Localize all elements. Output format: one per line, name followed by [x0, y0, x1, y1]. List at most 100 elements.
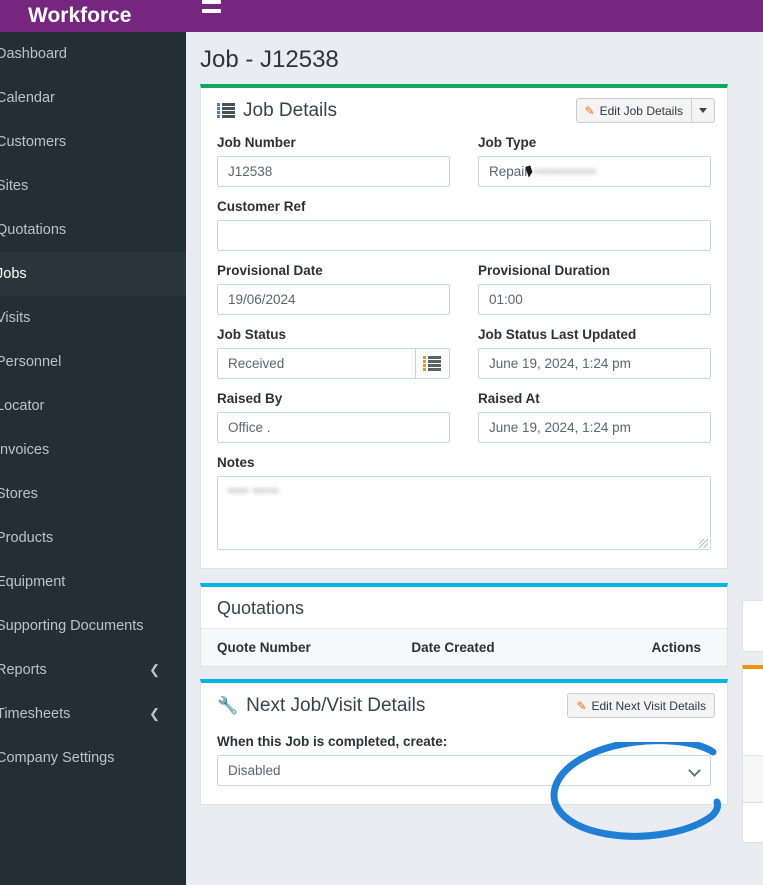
- sidebar-item-label: Company Settings: [0, 750, 115, 766]
- quotations-card: Quotations Quote Number Date Created Act…: [200, 583, 728, 667]
- sidebar-item-dashboard[interactable]: Dashboard: [0, 32, 186, 76]
- sidebar-item-jobs[interactable]: Jobs: [0, 252, 186, 296]
- sidebar-item-personnel[interactable]: Personnel: [0, 340, 186, 384]
- sidebar-item-invoices[interactable]: Invoices: [0, 428, 186, 472]
- input-job-status[interactable]: Received: [217, 348, 415, 379]
- list-picker-icon: [423, 356, 442, 371]
- sidebar-item-label: Personnel: [0, 354, 62, 370]
- col-job-type: Job Type Repair ••••••••••••: [478, 135, 711, 199]
- column-quote-number[interactable]: Quote Number: [201, 628, 408, 666]
- input-job-type[interactable]: Repair ••••••••••••: [478, 156, 711, 187]
- col-status-updated: Job Status Last Updated June 19, 2024, 1…: [478, 327, 711, 391]
- sidebar-item-products[interactable]: Products: [0, 516, 186, 560]
- field-provisional-date: Provisional Date 19/06/2024: [217, 263, 450, 315]
- edit-job-details-button[interactable]: ✎ Edit Job Details: [575, 98, 692, 123]
- sidebar-item-supporting-documents[interactable]: Supporting Documents: [0, 604, 186, 648]
- field-job-number: Job Number J12538: [217, 135, 450, 187]
- sidebar-item-label: Quotations: [0, 222, 67, 238]
- sidebar-item-timesheets[interactable]: Timesheets ❮: [0, 692, 186, 736]
- input-customer-ref[interactable]: [217, 220, 711, 251]
- sidebar-item-label: Locator: [0, 398, 45, 414]
- sidebar-item-calendar[interactable]: Calendar: [0, 76, 186, 120]
- job-details-body: Job Number J12538 Job Type Repair •••••••…: [201, 131, 727, 568]
- sidebar-item-equipment[interactable]: Equipment: [0, 560, 186, 604]
- sidebar-item-label: Supporting Documents: [0, 618, 144, 634]
- input-raised-by: Office .: [217, 412, 450, 443]
- job-details-header: Job Details ✎ Edit Job Details: [201, 88, 727, 131]
- sidebar-item-label: Invoices: [0, 442, 50, 458]
- edit-job-details-dropdown-button[interactable]: [692, 98, 715, 123]
- list-icon: [217, 103, 235, 118]
- sidebar-item-label: Equipment: [0, 574, 66, 590]
- label-notes: Notes: [217, 455, 255, 470]
- column-date-created[interactable]: Date Created: [407, 628, 577, 666]
- edit-next-visit-details-label: Edit Next Visit Details: [591, 698, 707, 713]
- create-on-complete-select[interactable]: Disabled: [217, 755, 711, 786]
- sidebar: Workforce Dashboard Calendar Customers Site…: [0, 0, 186, 885]
- sidebar-item-customers[interactable]: Customers: [0, 120, 186, 164]
- sidebar-item-sites[interactable]: Sites: [0, 164, 186, 208]
- edit-next-visit-details-button[interactable]: ✎ Edit Next Visit Details: [567, 693, 715, 718]
- pencil-icon: ✎: [576, 698, 587, 713]
- field-notes: Notes •••• •••••: [217, 455, 711, 550]
- row-job-number-type: Job Number J12538 Job Type Repair •••••••…: [217, 135, 711, 199]
- quotations-heading: Quotations: [217, 598, 305, 618]
- caret-down-icon: [699, 108, 707, 113]
- sidebar-item-label: Customers: [0, 134, 67, 150]
- resize-handle-icon[interactable]: [699, 539, 708, 548]
- label-provisional-duration: Provisional Duration: [478, 263, 611, 278]
- page-title: Job - J12538: [200, 46, 339, 73]
- edit-job-details-label: Edit Job Details: [599, 103, 683, 118]
- job-status-group: Received: [217, 348, 450, 379]
- col-raised-by: Raised By Office .: [217, 391, 450, 455]
- chevron-left-icon: ❮: [149, 662, 160, 677]
- next-visit-heading: Next Job/Visit Details: [246, 694, 426, 716]
- column-actions: Actions: [576, 628, 727, 666]
- sidebar-item-quotations[interactable]: Quotations: [0, 208, 186, 252]
- field-create-on-complete: When this Job is completed, create: Disa…: [217, 734, 711, 786]
- field-job-status: Job Status Received: [217, 327, 450, 379]
- job-type-value: Repair: [489, 164, 529, 179]
- field-raised-by: Raised By Office .: [217, 391, 450, 443]
- input-job-number[interactable]: J12538: [217, 156, 450, 187]
- sidebar-item-label: Jobs: [0, 266, 27, 282]
- right-column-card-upper: [742, 600, 763, 652]
- job-status-picker-button[interactable]: [414, 348, 450, 379]
- job-details-heading: Job Details: [243, 99, 337, 121]
- input-notes[interactable]: •••• •••••: [217, 476, 711, 550]
- label-raised-at: Raised At: [478, 391, 540, 406]
- sidebar-item-company-settings[interactable]: Company Settings: [0, 736, 186, 780]
- label-customer-ref: Customer Ref: [217, 199, 306, 214]
- sidebar-item-reports[interactable]: Reports ❮: [0, 648, 186, 692]
- label-raised-by: Raised By: [217, 391, 283, 406]
- col-job-status: Job Status Received: [217, 327, 450, 391]
- label-job-status: Job Status: [217, 327, 287, 342]
- field-job-type: Job Type Repair ••••••••••••: [478, 135, 711, 187]
- brand-title: Workforce: [0, 0, 186, 32]
- sidebar-nav: Dashboard Calendar Customers Sites Quotation…: [0, 32, 186, 780]
- sidebar-item-visits[interactable]: Visits: [0, 296, 186, 340]
- input-provisional-date[interactable]: 19/06/2024: [217, 284, 450, 315]
- wrench-icon: 🔧: [217, 695, 239, 715]
- sidebar-item-label: Timesheets: [0, 706, 71, 722]
- job-details-card: Job Details ✎ Edit Job Details Job Numbe…: [200, 84, 728, 569]
- col-prov-duration: Provisional Duration 01:00: [478, 263, 711, 327]
- input-raised-at: June 19, 2024, 1:24 pm: [478, 412, 711, 443]
- field-provisional-duration: Provisional Duration 01:00: [478, 263, 711, 315]
- job-type-redacted: ••••••••••••: [533, 164, 597, 179]
- input-job-status-last-updated: June 19, 2024, 1:24 pm: [478, 348, 711, 379]
- hamburger-icon[interactable]: [202, 0, 221, 13]
- label-job-number: Job Number: [217, 135, 296, 150]
- input-provisional-duration[interactable]: 01:00: [478, 284, 711, 315]
- sidebar-item-stores[interactable]: Stores: [0, 472, 186, 516]
- top-bar: [186, 0, 763, 32]
- sidebar-item-label: Reports: [0, 662, 47, 678]
- edit-job-details-group: ✎ Edit Job Details: [575, 98, 715, 123]
- row-provisional: Provisional Date 19/06/2024 Provisional …: [217, 263, 711, 327]
- quotations-table: Quote Number Date Created Actions: [201, 628, 727, 666]
- sidebar-item-locator[interactable]: Locator: [0, 384, 186, 428]
- notes-redacted-text: •••• •••••: [228, 483, 280, 498]
- label-job-status-last-updated: Job Status Last Updated: [478, 327, 637, 342]
- chevron-left-icon: ❮: [149, 706, 160, 721]
- next-visit-body: When this Job is completed, create: Disa…: [201, 726, 727, 804]
